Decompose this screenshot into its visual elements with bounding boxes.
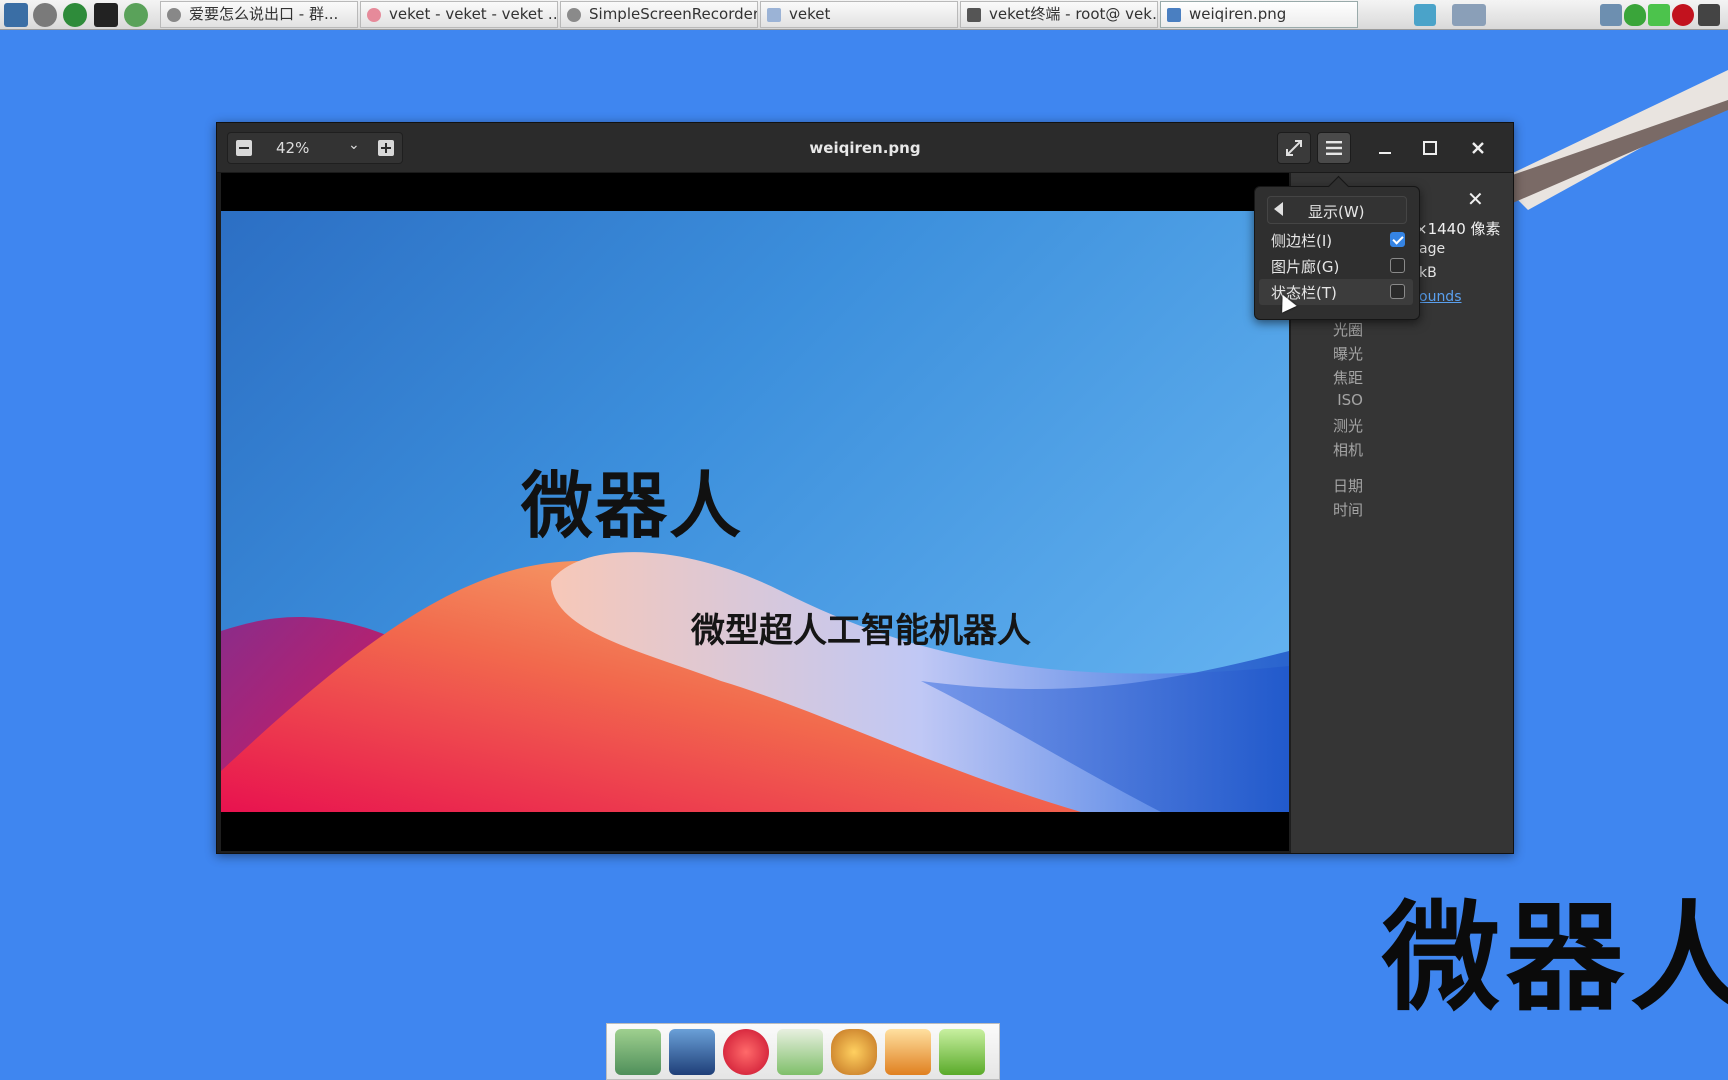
iso-label: ISO: [1337, 391, 1363, 409]
media-play-icon[interactable]: [63, 3, 87, 27]
image-subtitle-text: 微型超人工智能机器人: [691, 611, 1031, 651]
record-icon[interactable]: [1672, 4, 1694, 26]
sidebar-close-button[interactable]: ✕: [1467, 187, 1484, 211]
displayed-image: 微器人 微型超人工智能机器人: [221, 211, 1289, 812]
gallery-checkbox[interactable]: [1390, 258, 1405, 273]
monitor-icon[interactable]: [669, 1029, 715, 1075]
recorder-icon: [567, 8, 581, 22]
maximize-button[interactable]: [1417, 135, 1443, 161]
maximize-icon: [1423, 141, 1437, 155]
file-manager-icon[interactable]: [615, 1029, 661, 1075]
dock: [606, 1023, 1000, 1080]
focal-length-label: 焦距: [1332, 369, 1363, 387]
plus-icon: [378, 140, 394, 156]
zoom-control: 42% ⌄: [227, 132, 403, 164]
zoom-in-button[interactable]: [370, 133, 402, 163]
task-button[interactable]: veket: [760, 1, 958, 28]
hamburger-icon: [1326, 141, 1342, 155]
exposure-label: 曝光: [1332, 345, 1363, 363]
zoom-out-button[interactable]: [228, 133, 260, 163]
close-button[interactable]: [1465, 135, 1491, 161]
image-canvas[interactable]: 微器人 微型超人工智能机器人: [221, 173, 1289, 851]
camera-label: 相机: [1332, 441, 1363, 459]
task-label: SimpleScreenRecorder: [589, 5, 758, 23]
desktop-wallpaper-shape: [1498, 70, 1728, 210]
task-label: veket: [789, 5, 831, 23]
image-icon: [1167, 8, 1181, 22]
task-button[interactable]: veket - veket - veket …: [360, 1, 558, 28]
fullscreen-button[interactable]: [1277, 132, 1311, 164]
time-label: 时间: [1332, 501, 1363, 519]
firefox-icon: [367, 8, 381, 22]
image-title-text: 微器人: [521, 464, 744, 548]
menu-item-gallery[interactable]: 图片廊(G): [1259, 253, 1413, 279]
task-button[interactable]: veket终端 - root@ vek…: [960, 1, 1158, 28]
game-icon[interactable]: [885, 1029, 931, 1075]
date-label: 日期: [1332, 477, 1363, 495]
taskbar: 爱要怎么说出口 - 群... veket - veket - veket … S…: [0, 0, 1728, 30]
zoom-value[interactable]: 42%: [276, 139, 309, 157]
minimize-icon: [1379, 152, 1391, 154]
window-icon[interactable]: [1452, 4, 1486, 26]
menu-item-label: 侧边栏(I): [1271, 232, 1333, 250]
browser-icon[interactable]: [124, 3, 148, 27]
aperture-label: 光圈: [1332, 321, 1363, 339]
folder-link[interactable]: ounds: [1419, 289, 1462, 305]
minus-icon: [236, 140, 252, 156]
submenu-title: 显示(W): [1308, 203, 1365, 221]
statusbar-checkbox[interactable]: [1390, 284, 1405, 299]
headerbar: 42% ⌄ weiqiren.png: [217, 123, 1513, 173]
file-size: kB: [1419, 265, 1437, 281]
help-icon[interactable]: [939, 1029, 985, 1075]
terminal-icon: [967, 8, 981, 22]
settings-icon[interactable]: [33, 3, 57, 27]
paint-icon[interactable]: [831, 1029, 877, 1075]
chevron-down-icon[interactable]: ⌄: [348, 137, 360, 153]
menu-button[interactable]: [1317, 132, 1351, 164]
system-monitor-icon[interactable]: [4, 3, 28, 27]
menu-item-sidebar[interactable]: 侧边栏(I): [1259, 227, 1413, 253]
keyboard-icon[interactable]: [1698, 4, 1720, 26]
close-icon: [1472, 142, 1484, 154]
battery-icon[interactable]: [1648, 4, 1670, 26]
menu-item-label: 图片廊(G): [1271, 258, 1340, 276]
task-button[interactable]: 爱要怎么说出口 - 群...: [160, 1, 358, 28]
desktop-big-text: 微器人: [1382, 889, 1728, 1027]
task-label: weiqiren.png: [1189, 5, 1287, 23]
folder-icon: [767, 8, 781, 22]
network-icon[interactable]: [1600, 4, 1622, 26]
shield-icon[interactable]: [1624, 4, 1646, 26]
task-label: veket - veket - veket …: [389, 5, 558, 23]
image-type: age: [1419, 241, 1446, 257]
fullscreen-icon: [1286, 140, 1302, 156]
task-label: 爱要怎么说出口 - 群...: [189, 5, 339, 23]
image-dimensions: ×1440 像素: [1415, 220, 1501, 238]
terminal-icon[interactable]: [94, 3, 118, 27]
task-button[interactable]: SimpleScreenRecorder: [560, 1, 758, 28]
chrome-icon: [167, 8, 181, 22]
metering-label: 测光: [1332, 417, 1363, 435]
wave-graphic: [221, 552, 1289, 812]
task-button-active[interactable]: weiqiren.png: [1160, 1, 1358, 28]
notepad-icon[interactable]: [777, 1029, 823, 1075]
chevron-left-icon: [1274, 202, 1283, 216]
minimize-button[interactable]: [1372, 135, 1398, 161]
desktop-icon[interactable]: [1414, 4, 1436, 26]
sidebar-checkbox[interactable]: [1390, 232, 1405, 247]
task-label: veket终端 - root@ vek…: [989, 5, 1158, 23]
submenu-back-button[interactable]: 显示(W): [1267, 196, 1407, 224]
pet-app-icon[interactable]: [723, 1029, 769, 1075]
